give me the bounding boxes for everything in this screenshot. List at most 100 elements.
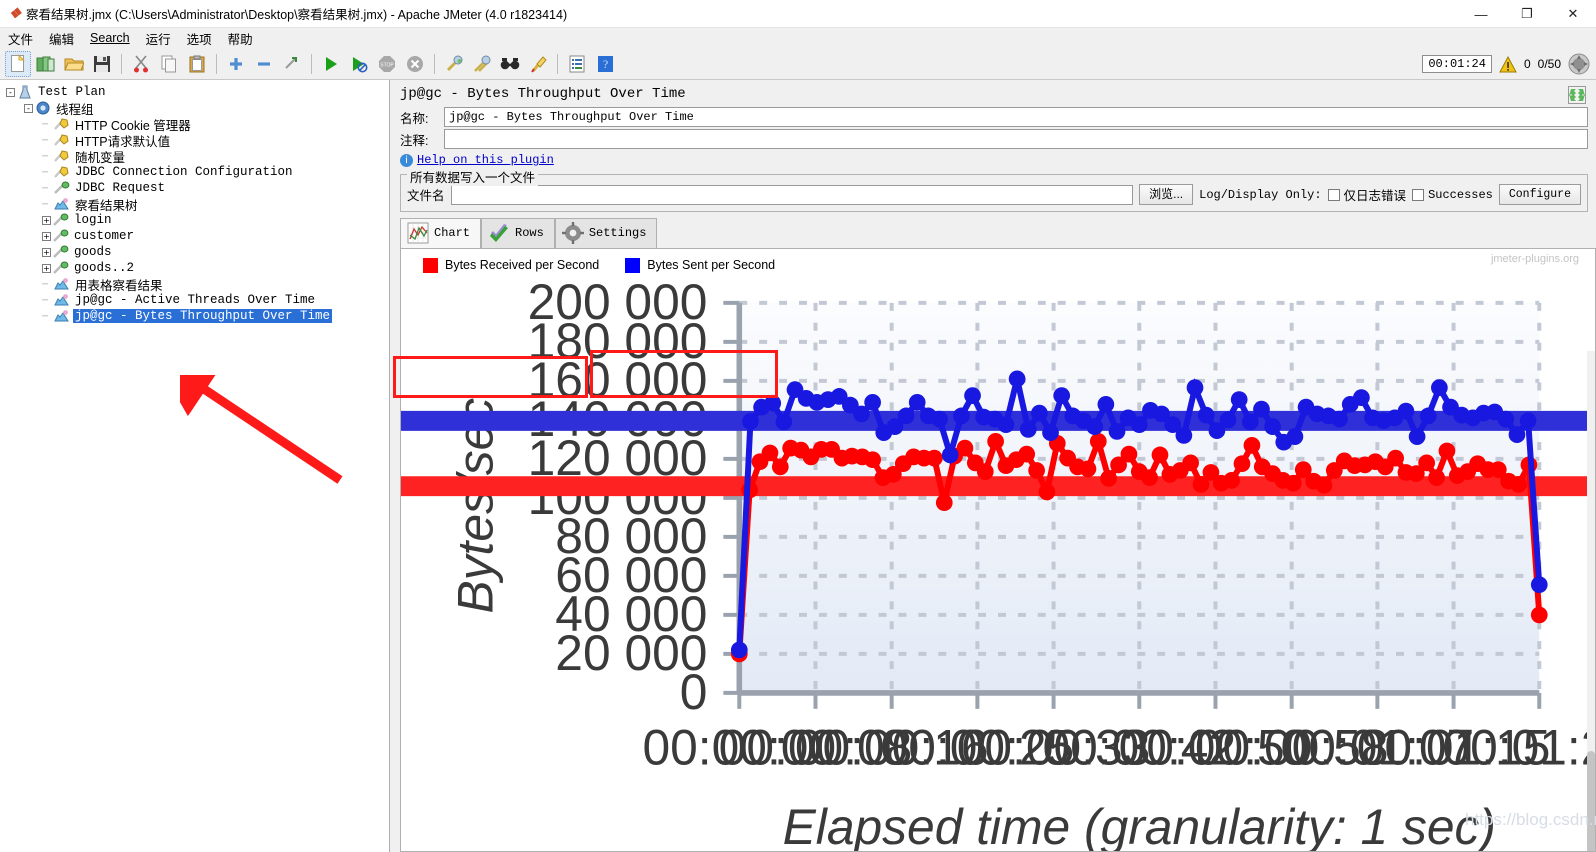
function-helper-icon[interactable]	[564, 51, 590, 77]
name-row: 名称: jp@gc - Bytes Throughput Over Time	[390, 106, 1596, 128]
browse-button[interactable]: 浏览...	[1139, 184, 1194, 205]
name-input[interactable]: jp@gc - Bytes Throughput Over Time	[444, 107, 1588, 127]
warning-icon[interactable]	[1499, 55, 1517, 73]
close-button[interactable]: ✕	[1550, 0, 1596, 28]
search-reset-icon[interactable]	[525, 51, 551, 77]
save-icon[interactable]	[89, 51, 115, 77]
cut-icon[interactable]	[128, 51, 154, 77]
tree-expand-toggle[interactable]: +	[42, 263, 51, 273]
new-icon[interactable]	[5, 50, 31, 77]
tree-item-5[interactable]: ⋯ JDBC Connection Configuration	[0, 164, 389, 180]
errors-only-checkbox-box[interactable]	[1327, 188, 1340, 201]
help-icon[interactable]: ?	[592, 51, 618, 77]
filename-input[interactable]	[450, 184, 1134, 205]
toggle-icon[interactable]	[279, 51, 305, 77]
menu-help[interactable]: 帮助	[226, 28, 255, 49]
tree-item-11[interactable]: + goods..2	[0, 260, 389, 276]
tree-item-label: jp@gc - Active Threads Over Time	[75, 293, 316, 307]
stop-icon[interactable]: STOP	[374, 51, 400, 77]
menu-search[interactable]: Search	[88, 30, 132, 46]
config-element-icon	[54, 134, 69, 146]
series-point	[730, 641, 748, 659]
thread-activity-icon[interactable]	[1568, 53, 1590, 75]
paste-icon[interactable]	[184, 51, 210, 77]
series-point	[1530, 606, 1548, 624]
start-no-pauses-icon[interactable]	[346, 51, 372, 77]
templates-icon[interactable]	[33, 51, 59, 77]
tree-item-2[interactable]: ⋯ HTTP Cookie 管理器	[0, 116, 389, 133]
tree-item-icon	[53, 213, 69, 227]
chart-scrollbar-thumb[interactable]	[1587, 751, 1595, 851]
tree-expand-toggle[interactable]: +	[42, 215, 51, 225]
series-point	[1151, 446, 1169, 464]
open-icon[interactable]	[61, 51, 87, 77]
expand-all-icon[interactable]	[223, 51, 249, 77]
clear-icon[interactable]	[441, 51, 467, 77]
tree-item-6[interactable]: ⋯ JDBC Request	[0, 180, 389, 196]
menu-options[interactable]: 选项	[185, 28, 214, 49]
sampler-icon	[53, 261, 69, 274]
maximize-button[interactable]: ❐	[1504, 0, 1550, 28]
tree-item-1[interactable]: - 线程组	[0, 100, 389, 117]
sampler-icon	[53, 213, 69, 226]
series-point	[1019, 421, 1037, 438]
tree-item-10[interactable]: + goods	[0, 244, 389, 260]
comment-input[interactable]	[444, 129, 1588, 149]
tree-item-4[interactable]: ⋯ 随机变量	[0, 148, 389, 165]
file-group: 所有数据写入一个文件 文件名 浏览... Log/Display Only: 仅…	[400, 167, 1588, 212]
series-point	[1219, 411, 1237, 429]
tree-collapse-toggle[interactable]: -	[6, 87, 15, 97]
tree-item-14[interactable]: ⋯ jp@gc - Bytes Throughput Over Time	[0, 308, 389, 324]
tree-item-7[interactable]: ⋯ 察看结果树	[0, 196, 389, 213]
start-icon[interactable]	[318, 51, 344, 77]
series-point	[1428, 469, 1445, 486]
copy-icon[interactable]	[156, 51, 182, 77]
tree-expand-toggle[interactable]: +	[42, 247, 51, 257]
series-point	[997, 416, 1015, 434]
series-point	[1331, 410, 1348, 428]
successes-checkbox-box[interactable]	[1412, 188, 1425, 201]
collapse-all-icon[interactable]	[251, 51, 277, 77]
svg-text:00:01:24: 00:01:24	[1442, 720, 1595, 776]
tab-rows[interactable]: Rows	[481, 218, 555, 248]
tree-item-9[interactable]: + customer	[0, 228, 389, 244]
main-split: - Test Plan - 线程组 ⋯ HTTP Cookie 管理器 ⋯ HTTP请求默认值…	[0, 80, 1596, 852]
tree-connector: ⋯	[42, 310, 48, 322]
svg-text:?: ?	[602, 57, 607, 71]
menu-edit[interactable]: 编辑	[47, 28, 76, 49]
toolbar: STOP ? 00:01:24 0 0/50	[0, 48, 1596, 80]
series-point	[1253, 400, 1270, 418]
listener-icon	[54, 310, 69, 322]
tree-item-12[interactable]: ⋯ 用表格察看结果	[0, 276, 389, 293]
config-element-icon	[54, 118, 69, 130]
series-point	[771, 458, 789, 476]
menu-run[interactable]: 运行	[144, 28, 173, 49]
errors-only-checkbox[interactable]: 仅日志错误	[1327, 185, 1406, 204]
legend-item-sent[interactable]: Bytes Sent per Second	[625, 257, 775, 273]
tree-item-13[interactable]: ⋯ jp@gc - Active Threads Over Time	[0, 292, 389, 308]
legend-swatch-received	[423, 257, 438, 273]
shutdown-icon[interactable]	[402, 51, 428, 77]
tab-settings[interactable]: Settings	[554, 218, 658, 248]
tab-chart[interactable]: Chart	[400, 218, 482, 248]
name-label: 名称:	[400, 111, 429, 126]
expand-fullscreen-icon[interactable]	[1568, 86, 1586, 104]
tree-item-icon	[54, 277, 70, 291]
minimize-button[interactable]: —	[1458, 0, 1504, 28]
series-point	[953, 407, 970, 425]
window-title: 察看结果树.jmx (C:\Users\Administrator\Deskto…	[26, 8, 568, 22]
configure-button[interactable]: Configure	[1498, 184, 1581, 205]
menu-file[interactable]: 文件	[6, 28, 35, 49]
tree-item-3[interactable]: ⋯ HTTP请求默认值	[0, 132, 389, 149]
tree-item-8[interactable]: + login	[0, 212, 389, 228]
clear-all-icon[interactable]	[469, 51, 495, 77]
successes-checkbox[interactable]: Successes	[1412, 188, 1493, 202]
legend-item-received[interactable]: Bytes Received per Second	[423, 257, 599, 273]
chart-scrollbar[interactable]	[1587, 351, 1595, 851]
chart-plot[interactable]: 020 00040 00060 00080 000100 000120 0001…	[401, 279, 1595, 852]
tree-expand-toggle[interactable]: +	[42, 231, 51, 241]
search-icon[interactable]	[497, 51, 523, 77]
help-link[interactable]: Help on this plugin	[417, 153, 554, 167]
test-plan-tree[interactable]: - Test Plan - 线程组 ⋯ HTTP Cookie 管理器 ⋯ HTTP请求默认值…	[0, 80, 390, 852]
tree-collapse-toggle[interactable]: -	[24, 103, 33, 113]
